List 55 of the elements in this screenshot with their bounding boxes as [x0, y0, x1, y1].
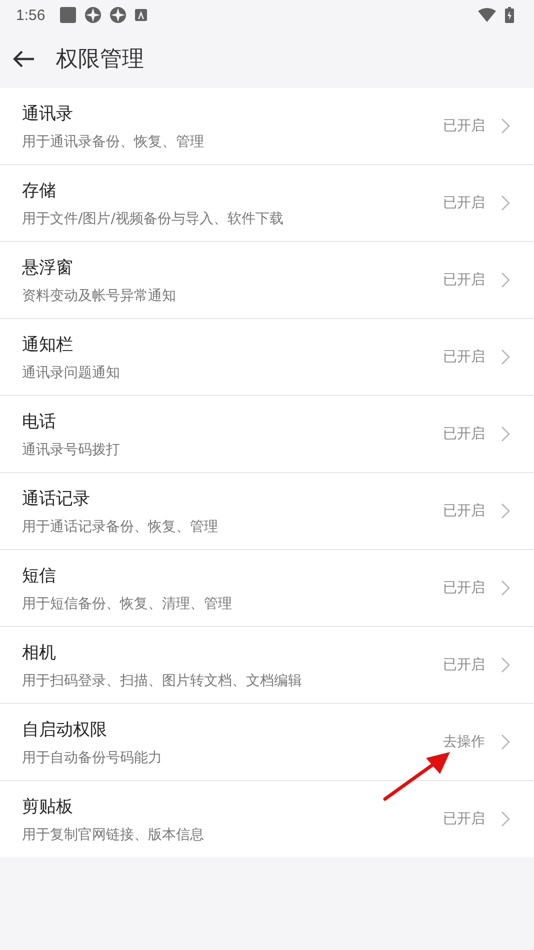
permission-row[interactable]: 剪贴板 用于复制官网链接、版本信息 已开启 — [0, 781, 534, 857]
chevron-right-icon — [501, 349, 510, 365]
chevron-right-icon — [501, 811, 510, 827]
permission-description: 通讯录号码拨打 — [22, 440, 121, 458]
page-title: 权限管理 — [56, 46, 144, 74]
permission-status: 已开启 — [443, 194, 485, 212]
permission-row[interactable]: 悬浮窗 资料变动及帐号异常通知 已开启 — [0, 242, 534, 319]
battery-icon — [505, 7, 514, 23]
chevron-right-icon — [501, 657, 510, 673]
chevron-right-icon — [501, 426, 510, 442]
permission-name: 存储 — [22, 180, 57, 202]
permission-description: 用于通讯录备份、恢复、管理 — [22, 132, 205, 150]
permission-status: 已开启 — [443, 502, 485, 520]
permission-name: 短信 — [22, 564, 57, 586]
permission-description: 用于通话记录备份、恢复、管理 — [22, 518, 219, 536]
permission-description: 用于短信备份、恢复、清理、管理 — [22, 594, 233, 612]
permission-row[interactable]: 通讯录 用于通讯录备份、恢复、管理 已开启 — [0, 88, 534, 165]
chevron-right-icon — [501, 272, 510, 288]
back-arrow-icon[interactable] — [13, 50, 35, 68]
chevron-right-icon — [501, 195, 510, 211]
permission-name: 电话 — [22, 410, 57, 432]
permission-status: 已开启 — [443, 579, 485, 597]
permission-status: 已开启 — [443, 425, 485, 443]
permission-row[interactable]: 通话记录 用于通话记录备份、恢复、管理 已开启 — [0, 473, 534, 550]
permission-description: 用于文件/图片/视频备份与导入、软件下载 — [22, 210, 284, 228]
permission-name: 剪贴板 — [22, 796, 74, 818]
permission-status: 已开启 — [443, 348, 485, 366]
permission-name: 通知栏 — [22, 334, 74, 356]
permission-description: 通讯录问题通知 — [22, 364, 121, 382]
permission-row[interactable]: 短信 用于短信备份、恢复、清理、管理 已开启 — [0, 550, 534, 627]
permission-description: 资料变动及帐号异常通知 — [22, 286, 177, 304]
wifi-icon — [478, 8, 496, 22]
status-time: 1:56 — [16, 6, 46, 24]
permission-status: 已开启 — [443, 656, 485, 674]
permission-row[interactable]: 通知栏 通讯录问题通知 已开启 — [0, 319, 534, 396]
permission-row[interactable]: 电话 通讯录号码拨打 已开启 — [0, 396, 534, 473]
chevron-right-icon — [501, 580, 510, 596]
permission-description: 用于自动备份号码能力 — [22, 748, 163, 766]
permission-status: 已开启 — [443, 810, 485, 828]
permission-status: 去操作 — [443, 733, 485, 751]
permission-row[interactable]: 相机 用于扫码登录、扫描、图片转文档、文档编辑 已开启 — [0, 627, 534, 704]
permission-name: 悬浮窗 — [22, 256, 74, 278]
permission-name: 通话记录 — [22, 488, 91, 510]
permission-name: 自启动权限 — [22, 718, 108, 740]
chevron-right-icon — [501, 503, 510, 519]
permission-status: 已开启 — [443, 117, 485, 135]
permission-status: 已开启 — [443, 271, 485, 289]
chevron-right-icon — [501, 118, 510, 134]
permission-description: 用于复制官网链接、版本信息 — [22, 826, 205, 844]
square-icon — [60, 7, 76, 23]
permission-row[interactable]: 存储 用于文件/图片/视频备份与导入、软件下载 已开启 — [0, 165, 534, 242]
permission-name: 相机 — [22, 642, 57, 664]
permission-description: 用于扫码登录、扫描、图片转文档、文档编辑 — [22, 672, 303, 690]
permission-name: 通讯录 — [22, 102, 74, 124]
chevron-right-icon — [501, 734, 510, 750]
